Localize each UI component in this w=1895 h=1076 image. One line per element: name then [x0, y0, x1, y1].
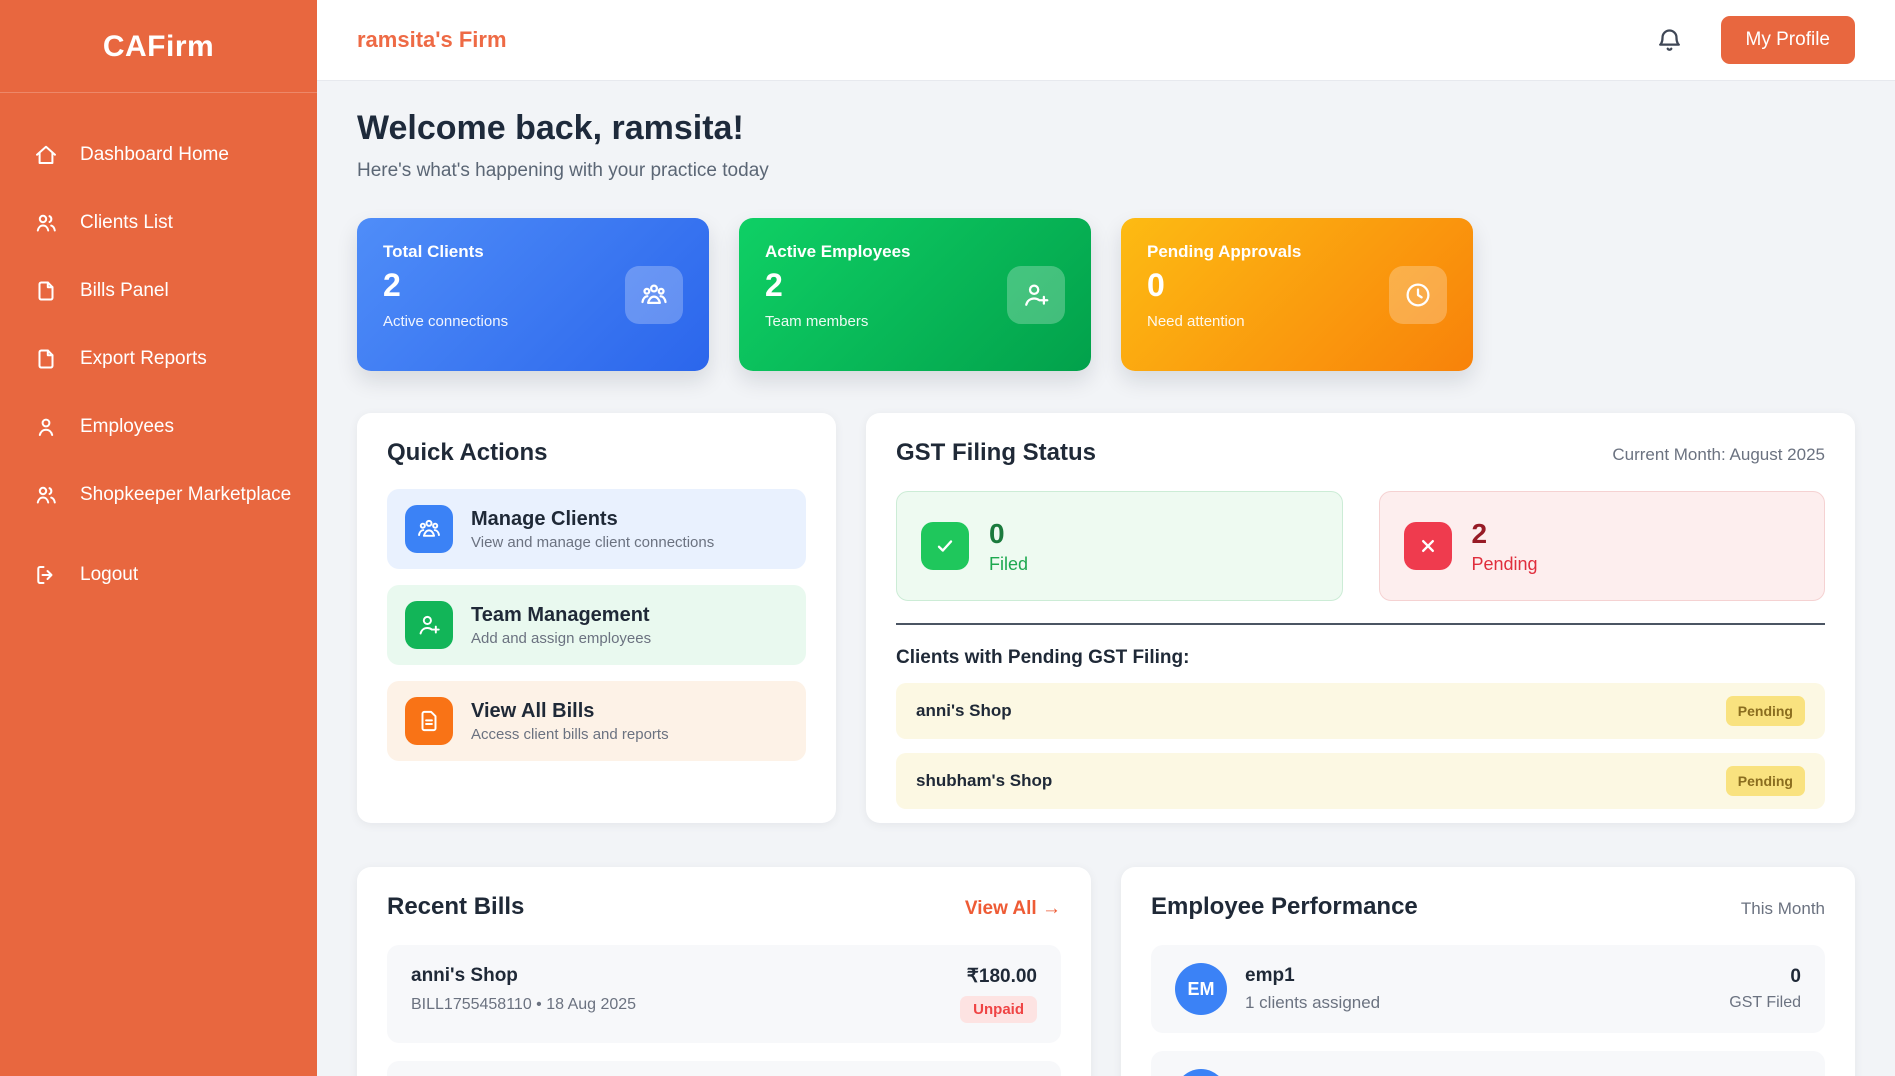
employee-gst-count: 0 [1729, 966, 1801, 988]
employee-row-partial [1151, 1051, 1825, 1076]
gst-pending-count: 2 [1472, 518, 1538, 550]
file-icon [34, 279, 58, 303]
employee-performance-panel: Employee Performance This Month EM emp1 … [1121, 867, 1855, 1076]
page-subtitle: Here's what's happening with your practi… [357, 160, 1855, 182]
user-plus-icon [405, 601, 453, 649]
sidebar-item-clients-list[interactable]: Clients List [34, 211, 297, 235]
gst-filed-box: 0 Filed [896, 491, 1343, 601]
recent-bills-panel: Recent Bills View All → anni's Shop BILL… [357, 867, 1091, 1076]
app-logo-wrap: CAFirm [0, 0, 317, 93]
gst-filing-status-panel: GST Filing Status Current Month: August … [866, 413, 1855, 823]
home-icon [34, 143, 58, 167]
dashboard-content: Welcome back, ramsita! Here's what's hap… [317, 81, 1895, 1076]
status-badge: Pending [1726, 766, 1805, 796]
this-month-label: This Month [1741, 899, 1825, 919]
sidebar-item-export-reports[interactable]: Export Reports [34, 347, 297, 371]
status-badge: Pending [1726, 696, 1805, 726]
sidebar-item-label: Export Reports [80, 348, 207, 370]
gst-current-month: Current Month: August 2025 [1612, 445, 1825, 465]
clock-icon [1389, 266, 1447, 324]
middle-row: Quick Actions Manage Clients View and ma… [357, 413, 1855, 823]
users-group-icon [625, 266, 683, 324]
user-plus-icon [1007, 266, 1065, 324]
stat-card-pending-approvals: Pending Approvals 0 Need attention [1121, 218, 1473, 371]
recent-bills-title: Recent Bills [387, 893, 524, 921]
quick-action-manage-clients[interactable]: Manage Clients View and manage client co… [387, 489, 806, 569]
top-bar: ramsita's Firm My Profile [317, 0, 1895, 81]
action-subtitle: Access client bills and reports [471, 726, 669, 743]
sidebar: CAFirm Dashboard Home Clients List Bills… [0, 0, 317, 1076]
gst-filed-count: 0 [989, 518, 1028, 550]
user-icon [34, 415, 58, 439]
sidebar-item-label: Clients List [80, 212, 173, 234]
employee-gst-label: GST Filed [1729, 994, 1801, 1012]
my-profile-button[interactable]: My Profile [1721, 16, 1855, 64]
x-icon [1404, 522, 1452, 570]
stat-label: Total Clients [383, 242, 683, 262]
employee-performance-title: Employee Performance [1151, 893, 1418, 921]
sidebar-item-label: Logout [80, 564, 138, 586]
client-name: shubham's Shop [916, 771, 1052, 791]
sidebar-item-label: Shopkeeper Marketplace [80, 484, 291, 506]
pending-client-row: shubham's Shop Pending [896, 753, 1825, 809]
firm-name: ramsita's Firm [357, 27, 507, 53]
check-icon [921, 522, 969, 570]
action-title: Manage Clients [471, 508, 714, 531]
quick-actions-panel: Quick Actions Manage Clients View and ma… [357, 413, 836, 823]
employee-clients-assigned: 1 clients assigned [1245, 993, 1380, 1013]
sidebar-item-label: Dashboard Home [80, 144, 229, 166]
bill-row: anni's Shop BILL1755458110 • 18 Aug 2025… [387, 945, 1061, 1043]
quick-actions-title: Quick Actions [387, 439, 806, 467]
sidebar-item-employees[interactable]: Employees [34, 415, 297, 439]
page-title: Welcome back, ramsita! [357, 109, 1855, 148]
stat-label: Active Employees [765, 242, 1065, 262]
sidebar-item-label: Employees [80, 416, 174, 438]
stats-row: Total Clients 2 Active connections Activ… [357, 218, 1855, 371]
main-column: ramsita's Firm My Profile Welcome back, … [317, 0, 1895, 1076]
view-all-link[interactable]: View All → [965, 898, 1061, 920]
gst-pending-label: Pending [1472, 554, 1538, 575]
quick-action-view-all-bills[interactable]: View All Bills Access client bills and r… [387, 681, 806, 761]
pending-client-row: anni's Shop Pending [896, 683, 1825, 739]
sidebar-item-dashboard-home[interactable]: Dashboard Home [34, 143, 297, 167]
employee-name: emp1 [1245, 965, 1380, 987]
unpaid-badge: Unpaid [960, 996, 1037, 1023]
stat-label: Pending Approvals [1147, 242, 1447, 262]
file-icon [34, 347, 58, 371]
gst-pending-box: 2 Pending [1379, 491, 1826, 601]
bill-client-name: anni's Shop [411, 965, 636, 987]
employee-row: EM emp1 1 clients assigned 0 GST Filed [1151, 945, 1825, 1033]
notification-bell-icon[interactable] [1656, 27, 1683, 54]
action-subtitle: Add and assign employees [471, 630, 651, 647]
gst-filed-label: Filed [989, 554, 1028, 575]
stat-card-total-clients: Total Clients 2 Active connections [357, 218, 709, 371]
sidebar-item-logout[interactable]: Logout [34, 563, 297, 587]
gst-panel-title: GST Filing Status [896, 439, 1096, 467]
sidebar-item-bills-panel[interactable]: Bills Panel [34, 279, 297, 303]
users-icon [34, 211, 58, 235]
logout-icon [34, 563, 58, 587]
action-title: View All Bills [471, 700, 669, 723]
divider [896, 623, 1825, 625]
bill-meta: BILL1755458110 • 18 Aug 2025 [411, 996, 636, 1014]
bottom-row: Recent Bills View All → anni's Shop BILL… [357, 867, 1855, 1076]
stat-card-active-employees: Active Employees 2 Team members [739, 218, 1091, 371]
bill-row-partial [387, 1061, 1061, 1076]
action-subtitle: View and manage client connections [471, 534, 714, 551]
action-title: Team Management [471, 604, 651, 627]
users-group-icon [405, 505, 453, 553]
file-text-icon [405, 697, 453, 745]
client-name: anni's Shop [916, 701, 1012, 721]
app-logo: CAFirm [0, 30, 317, 64]
avatar: EM [1175, 963, 1227, 1015]
sidebar-item-label: Bills Panel [80, 280, 169, 302]
bill-amount: ₹180.00 [960, 965, 1037, 988]
sidebar-nav: Dashboard Home Clients List Bills Panel … [0, 93, 317, 631]
sidebar-item-shopkeeper-marketplace[interactable]: Shopkeeper Marketplace [34, 483, 297, 507]
users-icon [34, 483, 58, 507]
quick-action-team-management[interactable]: Team Management Add and assign employees [387, 585, 806, 665]
pending-clients-heading: Clients with Pending GST Filing: [896, 647, 1825, 669]
avatar [1175, 1069, 1227, 1076]
